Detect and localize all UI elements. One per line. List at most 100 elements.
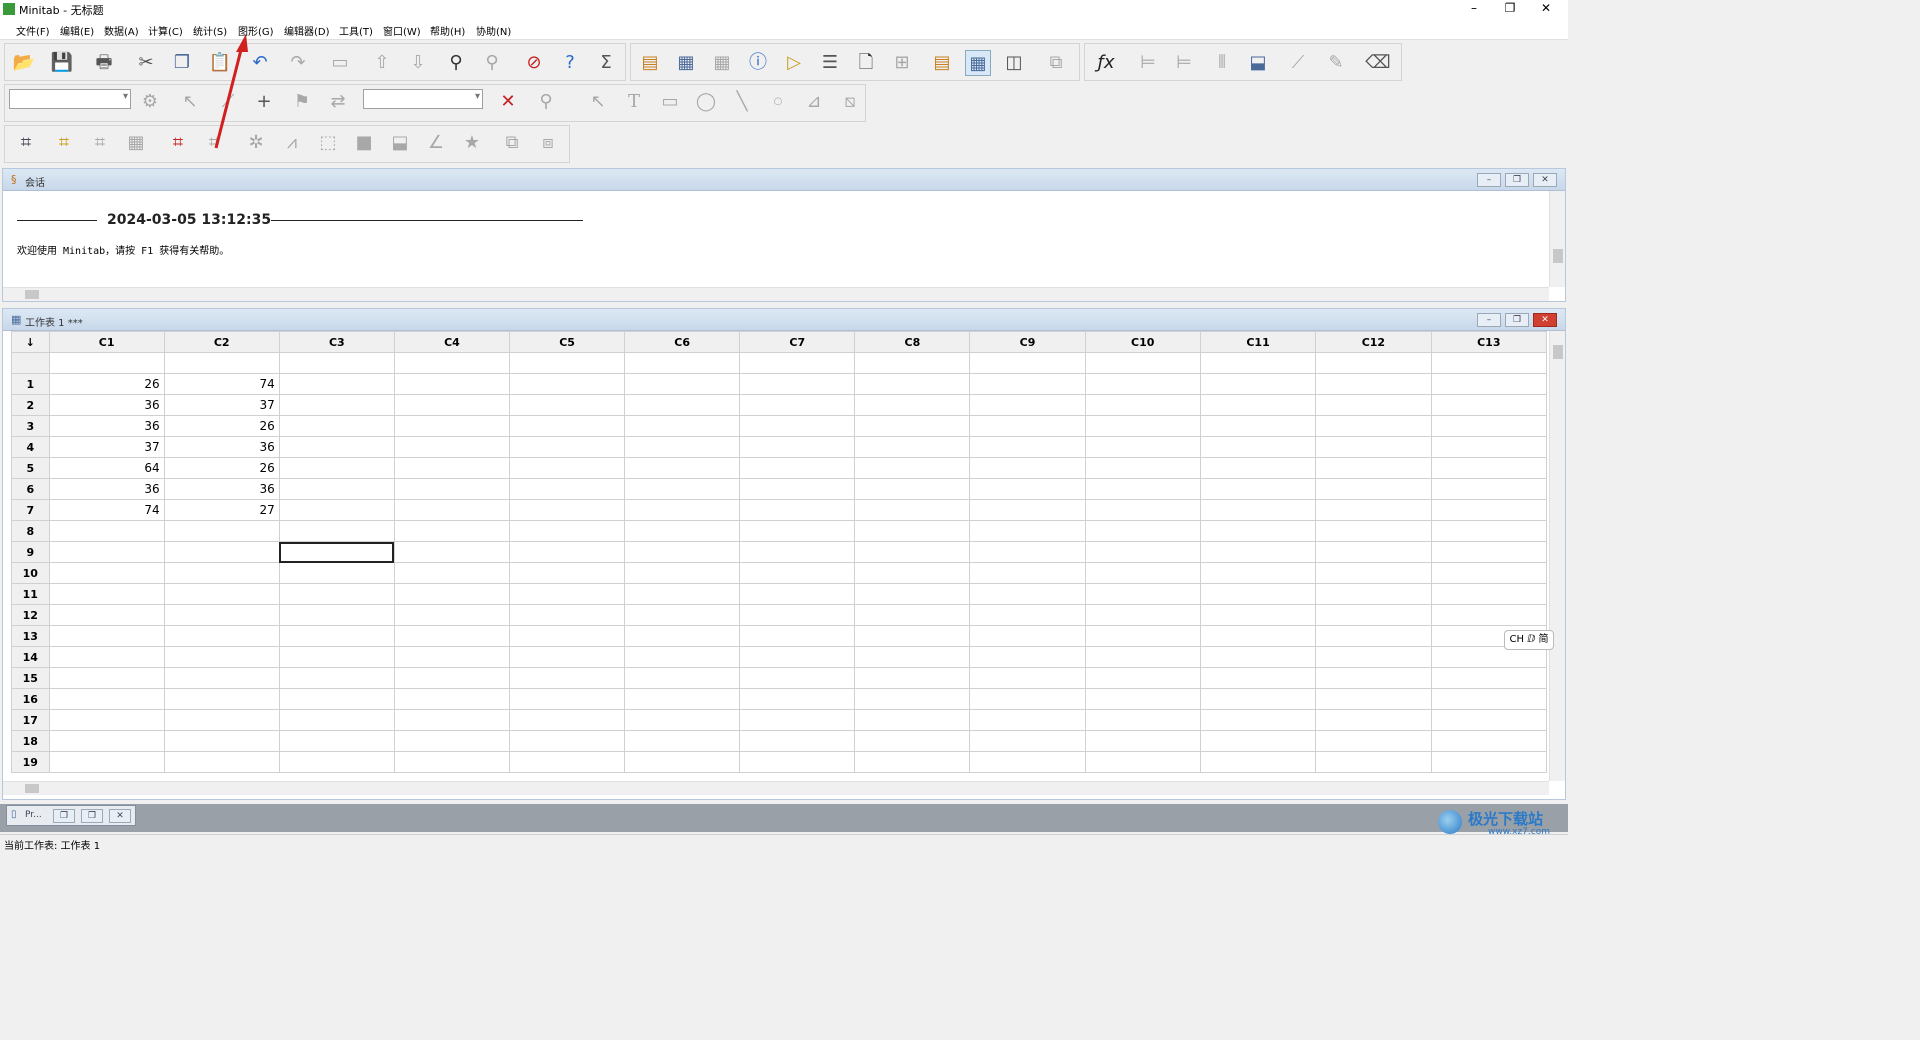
data-cell[interactable]: [1084, 604, 1201, 626]
data-cell[interactable]: [739, 751, 856, 773]
data-cell[interactable]: [624, 751, 741, 773]
data-cell[interactable]: [1315, 604, 1432, 626]
data-cell[interactable]: [1199, 373, 1317, 395]
marker-tool-icon[interactable]: ○: [765, 89, 791, 115]
column-name-cell[interactable]: [508, 352, 626, 374]
column-header-c2[interactable]: C2: [163, 331, 280, 353]
graph-frame-icon[interactable]: ⌗: [13, 130, 39, 156]
data-cell[interactable]: [508, 730, 626, 752]
data-cell[interactable]: [624, 646, 741, 668]
column-name-cell[interactable]: [278, 352, 395, 374]
reset-3d-icon[interactable]: ⧈: [535, 130, 561, 156]
column-name-cell[interactable]: [739, 352, 856, 374]
frame-gray-icon[interactable]: ⌗: [87, 130, 113, 156]
find-icon[interactable]: ⚲: [443, 50, 469, 76]
text-tool-icon[interactable]: T: [621, 89, 647, 115]
worksheet-scroll-thumb[interactable]: [1553, 345, 1563, 359]
column-name-cell[interactable]: [1430, 352, 1547, 374]
data-cell[interactable]: [739, 688, 856, 710]
data-cell[interactable]: [1199, 520, 1317, 542]
data-cell[interactable]: [1199, 646, 1317, 668]
data-cell[interactable]: [1430, 709, 1547, 731]
data-cell[interactable]: [1315, 583, 1432, 605]
data-cell[interactable]: [1084, 625, 1201, 647]
data-cell[interactable]: [163, 709, 280, 731]
data-cell[interactable]: [393, 604, 511, 626]
column-name-cell[interactable]: [48, 352, 165, 374]
data-cell[interactable]: [1084, 373, 1201, 395]
annotation-pointer-icon[interactable]: ↖: [585, 89, 611, 115]
column-header-c10[interactable]: C10: [1084, 331, 1201, 353]
data-cell[interactable]: [508, 562, 626, 584]
menu-calc[interactable]: 计算(C): [148, 23, 183, 38]
data-cell[interactable]: [48, 583, 165, 605]
data-cell[interactable]: [739, 604, 856, 626]
data-cell[interactable]: [1084, 562, 1201, 584]
ime-indicator[interactable]: CH ⅅ 简: [1504, 630, 1554, 650]
data-cell[interactable]: [854, 688, 971, 710]
data-cell[interactable]: [969, 709, 1086, 731]
grid-icon[interactable]: ▦: [123, 130, 149, 156]
data-cell[interactable]: [969, 751, 1086, 773]
data-cell[interactable]: [393, 457, 511, 479]
data-cell[interactable]: [624, 625, 741, 647]
session-close-button[interactable]: ✕: [1533, 173, 1557, 187]
column-header-c4[interactable]: C4: [393, 331, 511, 353]
data-cell[interactable]: [278, 499, 395, 521]
data-cell[interactable]: [48, 604, 165, 626]
data-cell[interactable]: [1315, 373, 1432, 395]
menu-help[interactable]: 帮助(H): [430, 23, 465, 38]
data-cell[interactable]: [624, 604, 741, 626]
brush-icon[interactable]: ⟋: [1285, 50, 1311, 76]
data-cell[interactable]: [624, 499, 741, 521]
move-columns-icon[interactable]: ⬓: [1245, 50, 1271, 76]
session-scroll-thumb[interactable]: [1553, 249, 1563, 263]
data-cell[interactable]: [739, 373, 856, 395]
data-cell[interactable]: [854, 583, 971, 605]
swap-icon[interactable]: ⇄: [325, 89, 351, 115]
data-cell[interactable]: [1315, 709, 1432, 731]
data-cell[interactable]: [163, 520, 280, 542]
data-cell[interactable]: [508, 688, 626, 710]
data-cell[interactable]: [624, 730, 741, 752]
data-cell[interactable]: [278, 478, 395, 500]
data-cell[interactable]: [508, 436, 626, 458]
data-cell[interactable]: [1430, 562, 1547, 584]
select-pointer-icon[interactable]: ↖: [177, 89, 203, 115]
menu-file[interactable]: 文件(F): [16, 23, 50, 38]
print-icon[interactable]: 🖶: [91, 50, 117, 76]
data-cell[interactable]: [624, 436, 741, 458]
column-header-c13[interactable]: C13: [1430, 331, 1547, 353]
find-next-icon[interactable]: ⚲: [479, 50, 505, 76]
data-cell[interactable]: [48, 667, 165, 689]
data-cell[interactable]: 74: [163, 373, 280, 395]
data-cell[interactable]: [393, 583, 511, 605]
data-cell[interactable]: [393, 520, 511, 542]
column-name-cell[interactable]: [1084, 352, 1201, 374]
data-cell[interactable]: [508, 478, 626, 500]
data-cell[interactable]: [508, 541, 626, 563]
data-cell[interactable]: [739, 394, 856, 416]
data-cell[interactable]: [739, 709, 856, 731]
worksheet-minimize-button[interactable]: –: [1477, 313, 1501, 327]
data-cell[interactable]: [508, 457, 626, 479]
show-session-icon[interactable]: ▤: [929, 50, 955, 76]
data-cell[interactable]: 64: [48, 457, 165, 479]
data-cell[interactable]: [1199, 436, 1317, 458]
undo-icon[interactable]: ↶: [247, 50, 273, 76]
row-header[interactable]: 4: [11, 436, 50, 458]
data-cell[interactable]: [393, 562, 511, 584]
column-header-c6[interactable]: C6: [624, 331, 741, 353]
data-cell[interactable]: [48, 562, 165, 584]
data-cell[interactable]: [48, 751, 165, 773]
data-cell[interactable]: [278, 457, 395, 479]
paste-icon[interactable]: 📋: [207, 50, 233, 76]
data-cell[interactable]: [1084, 646, 1201, 668]
data-cell[interactable]: [1199, 604, 1317, 626]
data-cell[interactable]: [1430, 394, 1547, 416]
data-cell[interactable]: [163, 751, 280, 773]
data-cell[interactable]: [508, 625, 626, 647]
column-name-cell[interactable]: [163, 352, 280, 374]
row-header[interactable]: 2: [11, 394, 50, 416]
star-icon[interactable]: ★: [459, 130, 485, 156]
